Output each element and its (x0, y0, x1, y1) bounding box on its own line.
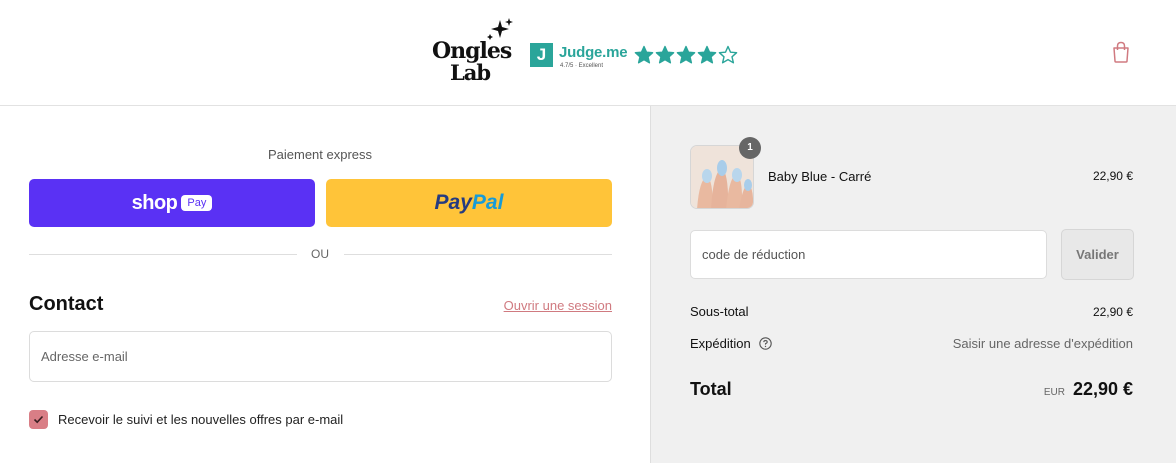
reviews-score-text: 4.7/5 · Excellent (560, 63, 604, 69)
star-empty-icon (718, 45, 738, 64)
apply-discount-button[interactable]: Valider (1061, 229, 1134, 280)
reviews-badge[interactable]: J Judge.me 4.7/5 · Excellent (530, 43, 738, 73)
subtotal-label: Sous-total (690, 304, 749, 319)
logo-text-line2: Lab (450, 60, 491, 85)
total-amount: 22,90 € (1072, 379, 1133, 399)
judgeme-logo-icon: J (530, 43, 553, 67)
subtotal-value: 22,90 € (1092, 305, 1133, 319)
star-filled-icon (676, 45, 696, 64)
total-price: EUR 22,90 € (1044, 379, 1133, 400)
divider-right (344, 254, 612, 255)
quantity-badge: 1 (739, 137, 761, 159)
newsletter-label: Recevoir le suivi et les nouvelles offre… (58, 412, 344, 427)
product-price: 22,90 € (1092, 169, 1133, 183)
paypal-wordmark-pal: Pal (471, 191, 504, 214)
shop-pay-badge: Pay (181, 195, 213, 211)
divider-or-text: OU (311, 247, 329, 261)
header: Ongles Lab J Judge.me 4.7/5 · Excellent (0, 0, 1176, 106)
shopping-bag-icon[interactable] (1110, 40, 1132, 64)
shipping-value: Saisir une adresse d'expédition (952, 336, 1133, 351)
total-label: Total (690, 379, 732, 399)
reviews-provider-name: Judge.me (559, 44, 628, 61)
discount-code-input[interactable] (690, 230, 1047, 279)
star-filled-icon (697, 45, 717, 64)
contact-heading: Contact (29, 293, 104, 315)
checkout-form-panel: Paiement express shop Pay Pay Pal OU Cont… (0, 107, 650, 463)
checkmark-icon (33, 415, 44, 424)
newsletter-checkbox[interactable] (29, 410, 48, 429)
help-circle-icon[interactable] (759, 337, 772, 350)
shipping-label: Expédition (690, 336, 751, 351)
paypal-wordmark-pay: Pay (434, 191, 472, 214)
order-summary-panel: 1 Baby Blue - Carré 22,90 € Valider Sous… (650, 106, 1176, 463)
express-checkout-title: Paiement express (267, 147, 373, 162)
divider-left (29, 254, 297, 255)
paypal-button[interactable]: Pay Pal (326, 179, 612, 227)
brand-logo[interactable]: Ongles Lab (432, 18, 516, 86)
star-filled-icon (655, 45, 675, 64)
product-name: Baby Blue - Carré (768, 169, 872, 184)
star-filled-icon (634, 45, 654, 64)
shop-pay-wordmark: shop (131, 191, 178, 214)
email-field[interactable] (29, 331, 612, 382)
rating-stars (634, 45, 738, 67)
currency-code: EUR (1043, 387, 1065, 398)
login-link[interactable]: Ouvrir une session (503, 298, 612, 313)
shop-pay-button[interactable]: shop Pay (29, 179, 315, 227)
